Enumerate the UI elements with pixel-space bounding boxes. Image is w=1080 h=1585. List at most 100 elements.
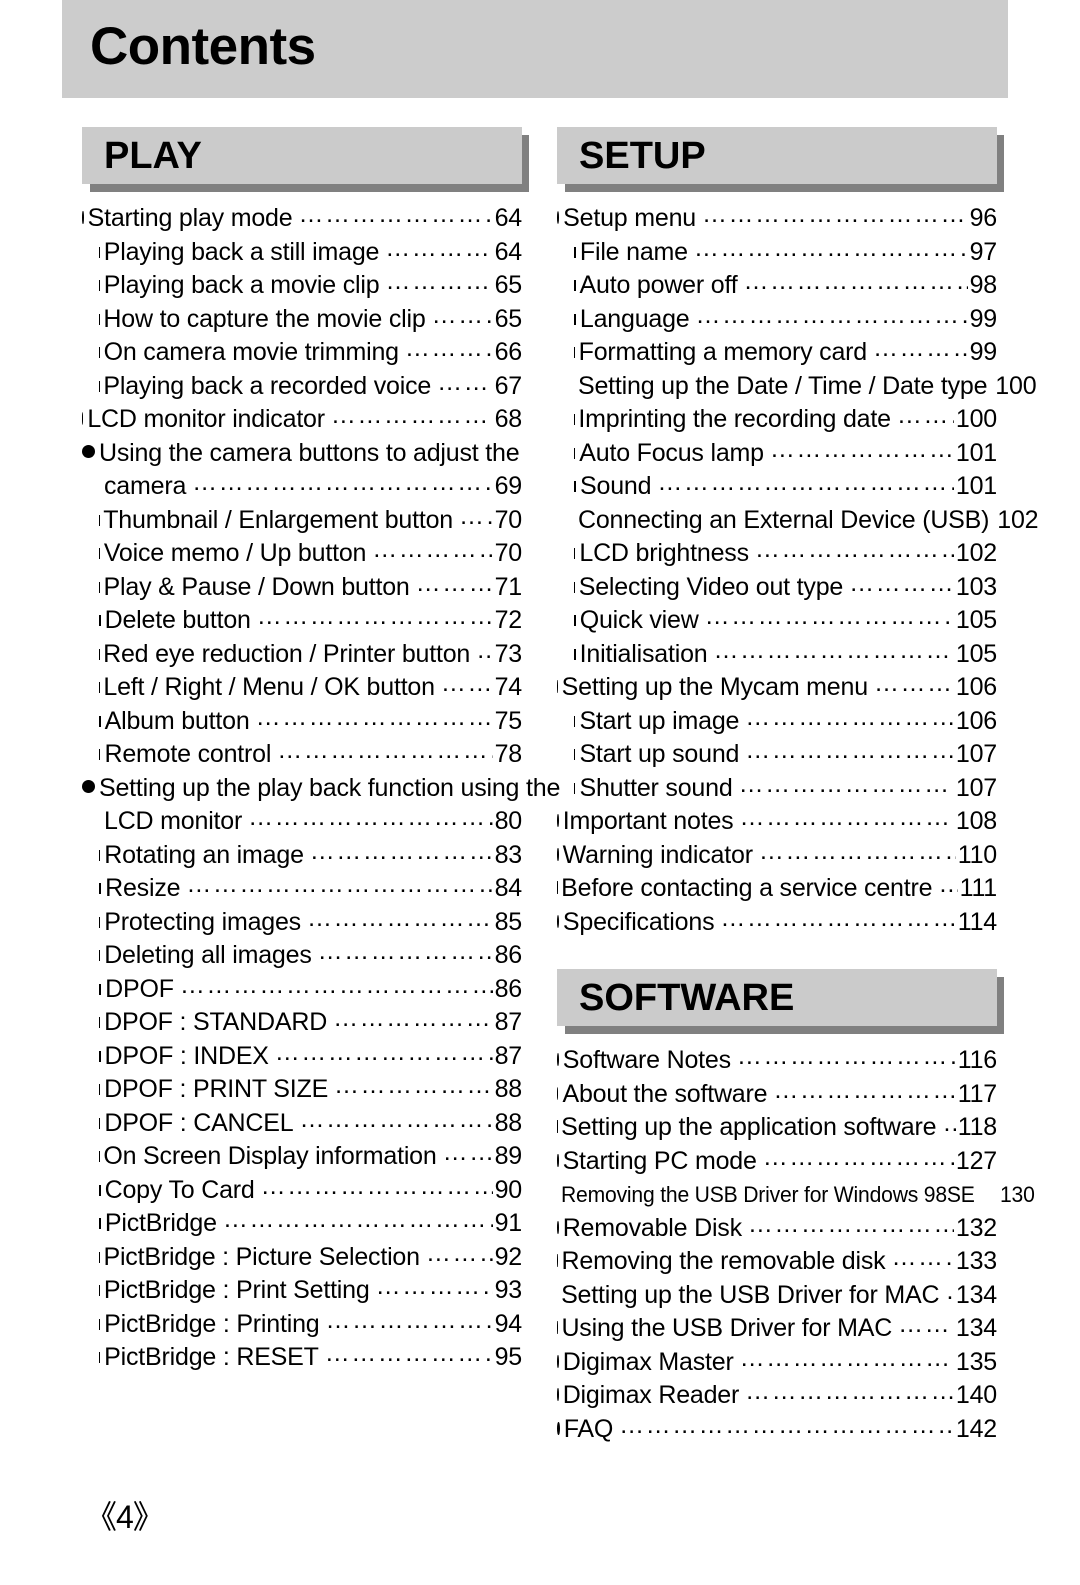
level2-bullet-icon xyxy=(99,749,101,760)
toc-entry[interactable]: LCD monitor indicator…………………………………………………… xyxy=(82,401,522,437)
toc-entry-label: File name xyxy=(579,237,688,266)
toc-entry[interactable]: Resize…………………………………………………………………………………………… xyxy=(82,870,523,906)
level2-bullet-icon xyxy=(99,615,101,626)
toc-entry[interactable]: Setting up the Date / Time / Date type……… xyxy=(557,370,1037,404)
toc-entry-page-number: 107 xyxy=(955,773,997,802)
toc-entry[interactable]: Start up sound……………………………………………………………………… xyxy=(557,736,997,772)
toc-entry[interactable]: Removing the USB Driver for Windows 98SE… xyxy=(557,1178,1035,1212)
toc-entry[interactable]: DPOF : PRINT SIZE……………………………………………………………… xyxy=(82,1071,522,1107)
toc-entry[interactable]: Playing back a movie clip………………………………………… xyxy=(82,267,522,303)
toc-entry[interactable]: DPOF : CANCEL………………………………………………………………………… xyxy=(82,1105,522,1141)
leader-dots: …………………………………………………………………………………………………………… xyxy=(891,1243,953,1271)
toc-entry[interactable]: Deleting all images………………………………………………………… xyxy=(82,937,522,973)
toc-entry[interactable]: Setting up the application software ……………… xyxy=(557,1109,997,1145)
toc-entry[interactable]: PictBridge : Print Setting……………………………………… xyxy=(82,1272,522,1308)
toc-entry[interactable]: Connecting an External Device (USB)……………… xyxy=(557,504,1039,538)
toc-entry[interactable]: Delete button………………………………………………………………………… xyxy=(82,602,522,638)
toc-entry-label: Start up image xyxy=(579,706,740,735)
toc-entry[interactable]: Using the USB Driver for MAC………………………………… xyxy=(557,1310,997,1346)
toc-entry[interactable]: Rotating an image……………………………………………………………… xyxy=(82,837,522,873)
level2-bullet-icon xyxy=(574,313,576,325)
toc-entry-label: DPOF : INDEX xyxy=(104,1041,269,1070)
toc-entry[interactable]: Left / Right / Menu / OK button………………………… xyxy=(82,669,522,705)
toc-entry[interactable]: Protecting images……………………………………………………………… xyxy=(82,904,522,940)
toc-entry-label: Specifications xyxy=(562,907,715,936)
toc-entry-page-number: 84 xyxy=(494,874,523,902)
toc-entry[interactable]: PictBridge : Picture Selection…………………………… xyxy=(82,1239,522,1275)
toc-entry[interactable]: Setting up the play back function using … xyxy=(82,772,560,839)
leader-dots: …………………………………………………………………………………………………………… xyxy=(309,836,493,865)
toc-entry[interactable]: About the software…………………………………………………………… xyxy=(557,1076,997,1112)
toc-entry[interactable]: FAQ…………………………………………………………………………………………………… xyxy=(557,1411,997,1447)
leader-dots: …………………………………………………………………………………………………………… xyxy=(385,267,492,295)
toc-entry-page-number: 127 xyxy=(955,1146,997,1175)
toc-entry[interactable]: Playing back a recorded voice……………………………… xyxy=(82,368,522,404)
toc-entry[interactable]: Removable Disk……………………………………………………………………… xyxy=(557,1210,997,1246)
toc-entry[interactable]: Quick view………………………………………………………………………………… xyxy=(557,602,997,638)
toc-entry[interactable]: Formatting a memory card…………………………………………… xyxy=(557,334,997,370)
toc-entry[interactable]: File name…………………………………………………………………………………… xyxy=(557,234,998,270)
toc-entry[interactable]: Album button…………………………………………………………………………… xyxy=(82,703,522,739)
toc-entry[interactable]: Digimax Master……………………………………………………………………… xyxy=(557,1344,997,1380)
level1-bullet-icon xyxy=(82,445,95,459)
toc-entry[interactable]: Auto Focus lamp…………………………………………………………………… xyxy=(557,435,997,471)
toc-entry[interactable]: Copy To Card…………………………………………………………………………… xyxy=(82,1172,522,1208)
toc-entry[interactable]: Shutter sound………………………………………………………………………… xyxy=(557,770,997,806)
leader-dots: …………………………………………………………………………………………………………… xyxy=(334,1071,493,1099)
toc-entry[interactable]: Setting up the Mycam menu………………………………………… xyxy=(557,669,997,705)
toc-entry[interactable]: DPOF………………………………………………………………………………………………… xyxy=(82,971,523,1007)
toc-entry[interactable]: PictBridge : Printing…………………………………………………… xyxy=(82,1306,522,1342)
toc-entry[interactable]: DPOF : INDEX…………………………………………………………………………… xyxy=(82,1038,523,1074)
toc-entry-page-number: 97 xyxy=(969,237,998,266)
toc-entry[interactable]: Sound……………………………………………………………………………………………… xyxy=(557,468,997,504)
toc-entry[interactable]: Playing back a still image……………………………………… xyxy=(82,234,522,270)
toc-entry[interactable]: Start up image……………………………………………………………………… xyxy=(557,703,997,739)
toc-entry[interactable]: Initialisation……………………………………………………………………… xyxy=(557,636,997,672)
toc-entry[interactable]: Setup menu………………………………………………………………………………… xyxy=(557,200,997,236)
leader-dots: …………………………………………………………………………………………………………… xyxy=(385,233,492,262)
toc-entry[interactable]: Play & Pause / Down button……………………………………… xyxy=(82,569,522,605)
toc-entry[interactable]: Digimax Reader……………………………………………………………………… xyxy=(557,1377,997,1413)
toc-entry[interactable]: Starting PC mode………………………………………………………………… xyxy=(557,1143,997,1179)
leader-dots: …………………………………………………………………………………………………………… xyxy=(745,1377,954,1405)
toc-entry[interactable]: PictBridge : RESET…………………………………………………………… xyxy=(82,1339,522,1375)
toc-entry[interactable]: Voice memo / Up button………………………………………………… xyxy=(82,535,523,571)
toc-entry-line-continued: camera…………………………………………………………………………………………… xyxy=(82,468,522,504)
toc-entry[interactable]: Auto power off……………………………………………………………………… xyxy=(557,267,997,303)
toc-entry[interactable]: DPOF : STANDARD…………………………………………………………………… xyxy=(82,1004,522,1040)
toc-entry-page-number: 87 xyxy=(494,1041,523,1070)
toc-entry-page-number: 133 xyxy=(955,1247,997,1275)
toc-entry[interactable]: Thumbnail / Enlargement button…………………………… xyxy=(82,502,522,538)
toc-entry[interactable]: Starting play mode…………………………………………………………… xyxy=(82,200,522,236)
toc-entry-page-number: 86 xyxy=(494,974,523,1003)
toc-entry[interactable]: PictBridge………………………………………………………………………………… xyxy=(82,1205,522,1241)
toc-entry[interactable]: Imprinting the recording date……………………………… xyxy=(557,401,997,437)
toc-entry-page-number: 70 xyxy=(494,539,523,567)
toc-entry[interactable]: Specifications……………………………………………………………………… xyxy=(557,904,997,940)
toc-entry-page-number: 134 xyxy=(955,1280,997,1309)
toc-entry[interactable]: Important notes…………………………………………………………………… xyxy=(557,803,997,839)
toc-entry-page-number: 110 xyxy=(957,840,997,869)
section-header-software: SOFTWARE xyxy=(557,969,1004,1034)
toc-entry[interactable]: Red eye reduction / Printer button ………………… xyxy=(82,636,522,672)
toc-entry-label: DPOF : PRINT SIZE xyxy=(104,1075,329,1103)
level2-bullet-icon xyxy=(574,481,577,492)
toc-entry[interactable]: Removing the removable disk…………………………………… xyxy=(557,1243,997,1279)
level2-bullet-icon xyxy=(574,347,575,358)
toc-entry[interactable]: On camera movie trimming…………………………………………… xyxy=(82,334,522,370)
toc-entry[interactable]: Using the camera buttons to adjust the ca… xyxy=(82,437,522,504)
toc-entry[interactable]: Language……………………………………………………………………………………… xyxy=(557,301,997,337)
toc-entry-label: Auto Focus lamp xyxy=(579,438,764,467)
toc-entry[interactable]: LCD brightness……………………………………………………………………… xyxy=(557,535,997,571)
toc-entry-label: Starting play mode xyxy=(87,204,293,232)
toc-entry[interactable]: Warning indicator……………………………………………………………… xyxy=(557,837,997,873)
toc-entry[interactable]: On Screen Display information……………………………… xyxy=(82,1138,522,1174)
toc-entry[interactable]: Selecting Video out type…………………………………………… xyxy=(557,569,997,605)
toc-entry[interactable]: How to capture the movie clip……………………………… xyxy=(82,301,522,337)
toc-entry[interactable]: Remote control……………………………………………………………………… xyxy=(82,736,522,772)
toc-entry[interactable]: Setting up the USB Driver for MAC …………………… xyxy=(557,1277,997,1313)
toc-entry[interactable]: Before contacting a service centre ………………… xyxy=(557,870,997,906)
leader-dots: …………………………………………………………………………………………………………… xyxy=(317,937,493,965)
leader-dots: …………………………………………………………………………………………………………… xyxy=(896,401,954,429)
toc-entry[interactable]: Software Notes……………………………………………………………………… xyxy=(557,1042,997,1078)
